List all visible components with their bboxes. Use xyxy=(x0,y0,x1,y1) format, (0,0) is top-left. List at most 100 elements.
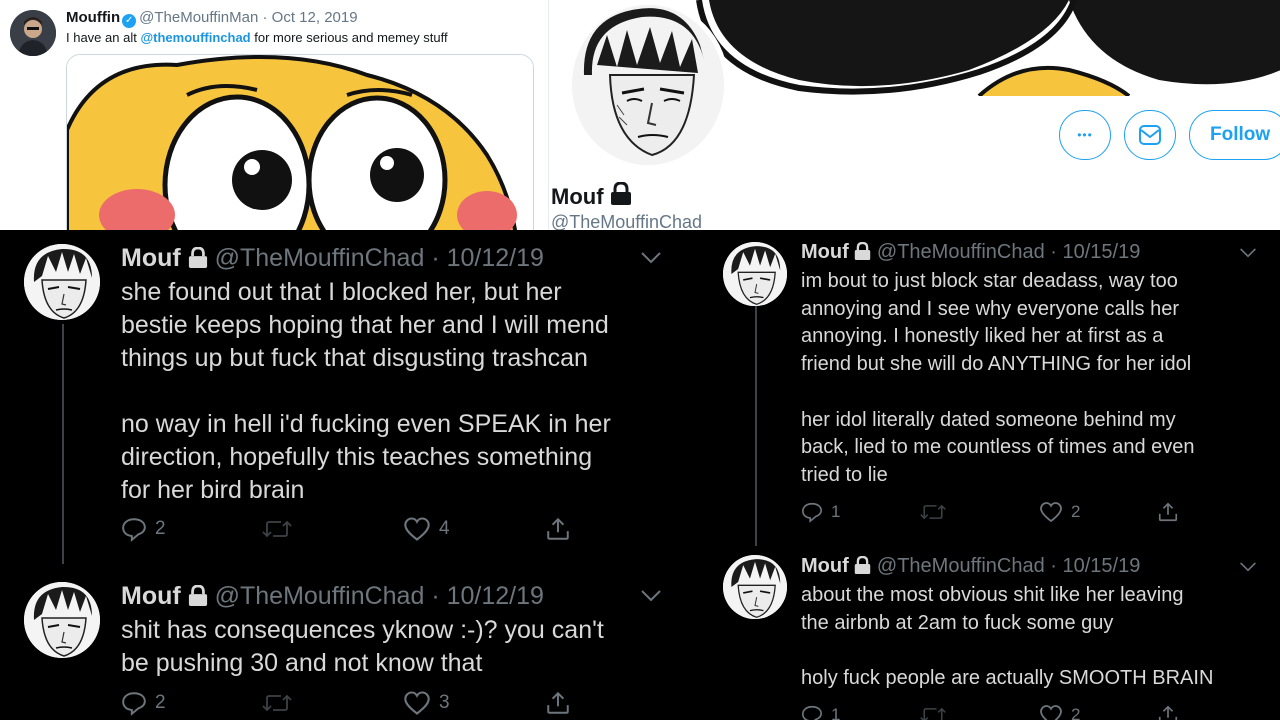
avatar[interactable] xyxy=(723,242,787,306)
profile-name: Mouf xyxy=(551,181,632,210)
reply-icon xyxy=(802,705,822,720)
retweet-icon xyxy=(920,707,946,720)
lock-icon xyxy=(188,247,207,268)
display-name[interactable]: Mouf xyxy=(801,555,849,577)
lock-icon xyxy=(610,181,631,205)
like-button[interactable]: 2 xyxy=(1039,704,1080,720)
lock-icon xyxy=(855,556,871,574)
thread-connector xyxy=(755,302,757,546)
reply-button[interactable]: 1 xyxy=(801,501,840,523)
left-thread: Mouf @TheMouffinChad · 10/12/19 she foun… xyxy=(0,230,705,720)
lock-icon xyxy=(855,242,871,260)
tweet-header: Mouf @TheMouffinChad · 10/12/19 xyxy=(121,582,544,610)
retweet-button[interactable] xyxy=(261,690,293,716)
tweet-date[interactable]: 10/15/19 xyxy=(1062,241,1140,263)
chevron-down-icon[interactable] xyxy=(640,588,662,604)
like-count: 2 xyxy=(1071,502,1081,521)
tweet-text: I have an alt @themouffinchad for more s… xyxy=(66,30,448,45)
reply-count: 2 xyxy=(155,692,166,713)
avatar[interactable] xyxy=(10,10,56,56)
retweet-button[interactable] xyxy=(261,516,293,542)
profile-handle: @TheMouffinChad xyxy=(551,212,703,230)
retweet-icon xyxy=(262,520,292,538)
like-icon xyxy=(1040,502,1062,523)
tweet-header: Mouffin ✓ @TheMouffinMan · Oct 12, 2019 xyxy=(66,9,358,28)
reply-icon xyxy=(122,518,146,542)
tweet-actions: 2 4 xyxy=(121,516,581,546)
retweet-icon xyxy=(262,694,292,712)
message-button[interactable] xyxy=(1124,110,1176,160)
like-count: 3 xyxy=(439,692,450,713)
share-button[interactable] xyxy=(545,690,571,716)
more-button[interactable]: ••• xyxy=(1059,110,1111,160)
chevron-down-icon[interactable] xyxy=(640,250,662,266)
tweet-header: Mouf @TheMouffinChad · 10/15/19 xyxy=(801,241,1141,263)
verified-icon: ✓ xyxy=(122,14,137,28)
share-button[interactable] xyxy=(1157,501,1179,523)
profile-avatar[interactable] xyxy=(567,0,729,170)
reply-button[interactable]: 1 xyxy=(801,704,840,720)
more-icon: ••• xyxy=(1077,128,1093,142)
reply-icon xyxy=(802,502,822,523)
avatar[interactable] xyxy=(24,582,100,658)
share-button[interactable] xyxy=(1157,704,1179,720)
reply-count: 1 xyxy=(831,502,841,521)
like-count: 4 xyxy=(439,518,450,539)
like-button[interactable]: 3 xyxy=(403,690,450,716)
handle[interactable]: @TheMouffinChad xyxy=(877,555,1045,577)
display-name[interactable]: Mouf xyxy=(121,582,181,610)
tweet-date[interactable]: 10/15/19 xyxy=(1062,555,1140,577)
handle[interactable]: @TheMouffinChad xyxy=(877,241,1045,263)
tweet-media-image[interactable] xyxy=(66,54,534,230)
tweet-text: im bout to just block star deadass, way … xyxy=(801,270,1195,486)
like-button[interactable]: 4 xyxy=(403,516,450,542)
share-icon xyxy=(1158,705,1178,720)
reply-icon xyxy=(122,692,146,716)
reply-button[interactable]: 2 xyxy=(121,516,166,542)
envelope-icon xyxy=(1139,125,1161,145)
display-name[interactable]: Mouf xyxy=(801,241,849,263)
avatar[interactable] xyxy=(723,555,787,619)
like-icon xyxy=(1040,705,1062,720)
avatar[interactable] xyxy=(24,244,100,320)
handle[interactable]: @TheMouffinChad xyxy=(215,244,425,272)
chevron-down-icon[interactable] xyxy=(1239,246,1257,260)
tweet-header: Mouf @TheMouffinChad · 10/15/19 xyxy=(801,555,1141,577)
lock-icon xyxy=(188,585,207,606)
mention-link[interactable]: @themouffinchad xyxy=(140,30,250,45)
tweet-date[interactable]: 10/12/19 xyxy=(447,244,544,272)
chevron-down-icon[interactable] xyxy=(1239,560,1257,574)
follow-button[interactable]: Follow xyxy=(1189,110,1280,160)
share-icon xyxy=(547,691,569,714)
display-name[interactable]: Mouffin xyxy=(66,9,120,26)
reply-count: 1 xyxy=(831,705,841,720)
like-icon xyxy=(404,691,430,715)
thread-connector xyxy=(62,324,64,564)
tweet-date[interactable]: 10/12/19 xyxy=(447,582,544,610)
like-count: 2 xyxy=(1071,705,1081,720)
tweet-actions: 1 2 xyxy=(801,704,1191,720)
like-button[interactable]: 2 xyxy=(1039,501,1080,523)
tweet-actions: 1 2 xyxy=(801,501,1191,531)
right-thread: Mouf @TheMouffinChad · 10/15/19 im bout … xyxy=(705,230,1280,720)
tweet-actions: 2 3 xyxy=(121,690,581,720)
tweet-text: she found out that I blocked her, but he… xyxy=(121,278,611,504)
reply-count: 2 xyxy=(155,518,166,539)
profile-header: ••• Follow Mouf @TheMouffinChad xyxy=(548,0,1280,230)
tweet-text: shit has consequences yknow :-)? you can… xyxy=(121,616,604,677)
reply-button[interactable]: 2 xyxy=(121,690,166,716)
like-icon xyxy=(404,517,430,541)
display-name[interactable]: Mouf xyxy=(121,244,181,272)
handle[interactable]: @TheMouffinChad xyxy=(215,582,425,610)
retweet-button[interactable] xyxy=(919,704,947,720)
top-left-tweet: Mouffin ✓ @TheMouffinMan · Oct 12, 2019 I … xyxy=(0,0,548,230)
tweet-text: about the most obvious shit like her lea… xyxy=(801,584,1214,690)
tweet-date[interactable]: Oct 12, 2019 xyxy=(272,9,358,26)
share-icon xyxy=(1158,502,1178,522)
share-button[interactable] xyxy=(545,516,571,542)
share-icon xyxy=(547,517,569,540)
handle[interactable]: @TheMouffinMan xyxy=(139,9,258,26)
retweet-button[interactable] xyxy=(919,501,947,523)
retweet-icon xyxy=(920,504,946,520)
tweet-header: Mouf @TheMouffinChad · 10/12/19 xyxy=(121,244,544,272)
